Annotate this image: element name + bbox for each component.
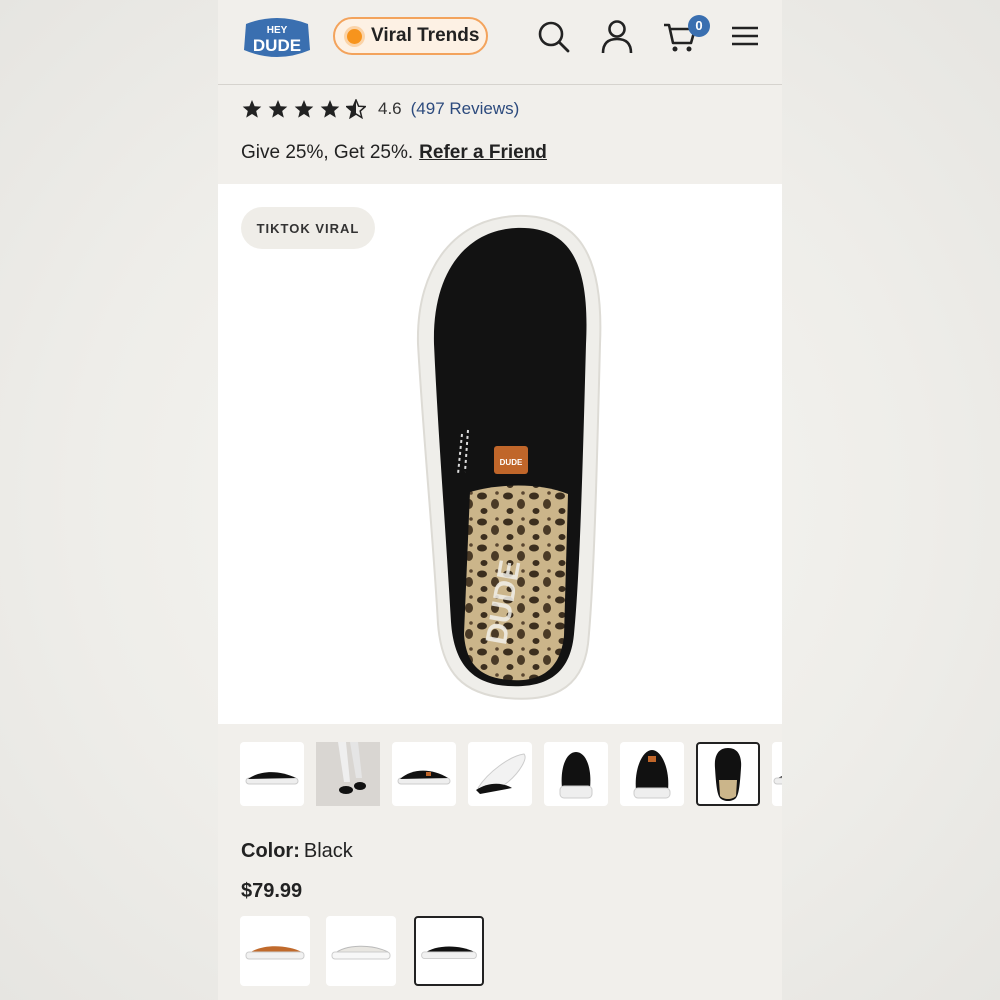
product-image-main[interactable]: TIKTOK VIRAL DUDE DUDE <box>218 184 782 724</box>
color-swatches <box>240 916 540 986</box>
rating-row[interactable]: 4.6 (497 Reviews) <box>242 96 519 122</box>
color-label-row: Color: Black <box>241 840 353 863</box>
swatch-black-selected[interactable] <box>414 916 484 986</box>
search-icon[interactable] <box>535 18 571 54</box>
shoe-top-thumb <box>714 748 742 801</box>
swatch-tan[interactable] <box>240 916 310 986</box>
star-icon <box>294 100 314 118</box>
menu-icon[interactable] <box>727 18 763 54</box>
rating-stars <box>242 99 366 119</box>
cart-count-badge: 0 <box>688 15 710 37</box>
shoe-side-thumb <box>773 776 782 785</box>
shoe-sole-thumb <box>476 753 526 794</box>
thumbnail[interactable] <box>468 742 532 806</box>
thumbnail[interactable] <box>240 742 304 806</box>
model-wearing-thumb <box>316 742 380 806</box>
tiktok-viral-badge: TIKTOK VIRAL <box>241 207 375 249</box>
shoe-top-view-image: DUDE DUDE <box>416 214 602 700</box>
reviews-link[interactable]: (497 Reviews) <box>411 99 520 119</box>
color-label: Color: <box>241 840 300 862</box>
referral-text: Give 25%, Get 25%. <box>241 142 414 163</box>
product-price: $79.99 <box>241 880 303 902</box>
account-icon[interactable] <box>599 18 635 54</box>
thumbnail-strip <box>240 742 782 808</box>
viral-trends-label: Viral Trends <box>371 25 480 46</box>
refer-a-friend-link[interactable]: Refer a Friend <box>419 142 547 163</box>
thumbnail-selected[interactable] <box>696 742 760 806</box>
svg-text:HEY: HEY <box>267 25 288 36</box>
referral-banner: Give 25%, Get 25%. Refer a Friend <box>241 142 547 164</box>
header: HEY DUDE Viral Trends 0 <box>218 0 782 85</box>
thumbnail[interactable] <box>620 742 684 806</box>
thumbnail[interactable] <box>392 742 456 806</box>
shoe-front-thumb <box>633 750 671 799</box>
viral-trends-button[interactable]: Viral Trends <box>333 17 488 55</box>
color-value: Black <box>303 840 353 862</box>
hey-dude-logo[interactable]: HEY DUDE <box>240 14 314 62</box>
half-star-icon <box>346 99 366 119</box>
shoe-side-thumb <box>245 772 299 785</box>
product-page: HEY DUDE Viral Trends 0 4.6 (497 Reviews… <box>218 0 782 1000</box>
shoe-back-thumb <box>559 752 593 799</box>
thumbnail[interactable] <box>772 742 782 806</box>
swatch-white[interactable] <box>326 916 396 986</box>
thumbnail[interactable] <box>544 742 608 806</box>
shoe-side-thumb <box>397 770 451 785</box>
star-icon <box>268 100 288 118</box>
white-shoe-thumb <box>331 945 391 960</box>
tan-shoe-thumb <box>245 946 305 960</box>
thumbnail[interactable] <box>316 742 380 806</box>
svg-text:DUDE: DUDE <box>500 458 523 467</box>
star-icon <box>242 100 262 118</box>
black-shoe-thumb <box>421 946 477 960</box>
live-dot-icon <box>347 28 362 44</box>
svg-text:DUDE: DUDE <box>253 36 301 55</box>
star-icon <box>320 100 340 118</box>
rating-value: 4.6 <box>378 99 402 118</box>
